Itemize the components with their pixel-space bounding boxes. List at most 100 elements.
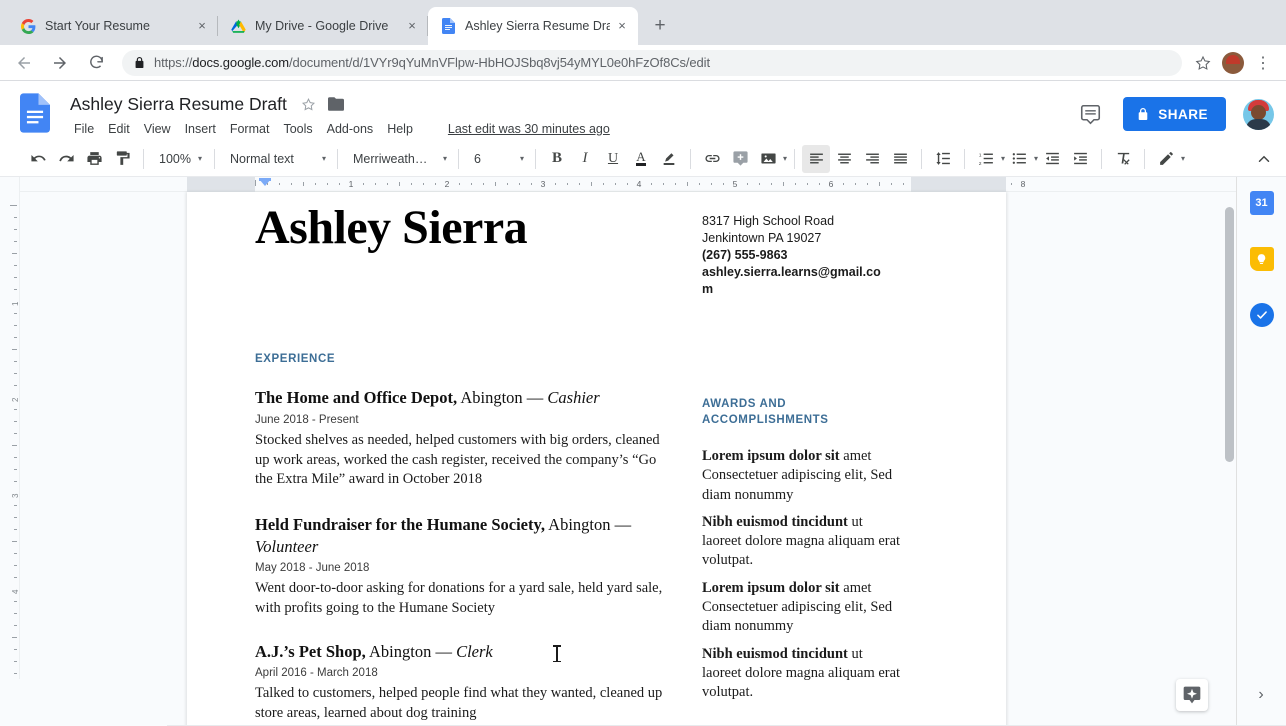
- menu-view[interactable]: View: [137, 120, 178, 138]
- browser-tab-1[interactable]: Start Your Resume ×: [8, 7, 218, 45]
- underline-label: U: [607, 150, 619, 166]
- clear-formatting-icon[interactable]: [1109, 145, 1137, 173]
- reload-icon[interactable]: [82, 49, 110, 77]
- document-workspace: 12345 12345678 Ashley Sierra EXPERIENCE …: [0, 177, 1286, 725]
- document-scrollbar[interactable]: [1222, 192, 1236, 725]
- menu-tools[interactable]: Tools: [276, 120, 319, 138]
- document-page[interactable]: Ashley Sierra EXPERIENCE The Home and Of…: [187, 192, 1006, 725]
- browser-url-bar: https://docs.google.com/document/d/1VYr9…: [0, 45, 1286, 81]
- browser-tab-2[interactable]: My Drive - Google Drive ×: [218, 7, 428, 45]
- paragraph-style-select[interactable]: Normal text ▾: [222, 146, 330, 172]
- star-document-icon[interactable]: [301, 97, 316, 112]
- bulleted-list-icon[interactable]: [1005, 145, 1033, 173]
- docs-menu-bar: File Edit View Insert Format Tools Add-o…: [70, 118, 1075, 140]
- numbered-list-icon[interactable]: 12: [972, 145, 1000, 173]
- undo-icon[interactable]: [24, 145, 52, 173]
- line-spacing-icon[interactable]: [929, 145, 957, 173]
- decrease-indent-icon[interactable]: [1038, 145, 1066, 173]
- insert-image-icon[interactable]: [754, 145, 782, 173]
- last-edit-status[interactable]: Last edit was 30 minutes ago: [448, 122, 610, 136]
- horizontal-ruler[interactable]: 12345678: [20, 177, 1236, 192]
- edit-mode-pencil-icon[interactable]: [1152, 145, 1180, 173]
- awards-section-heading-line2: ACCOMPLISHMENTS: [702, 414, 829, 426]
- add-comment-icon[interactable]: [726, 145, 754, 173]
- job-role: Cashier: [547, 388, 600, 408]
- google-tasks-icon[interactable]: [1249, 303, 1274, 327]
- document-title[interactable]: Ashley Sierra Resume Draft: [70, 94, 289, 115]
- experience-section-heading: EXPERIENCE: [255, 353, 336, 366]
- chevron-down-icon[interactable]: ▾: [783, 154, 787, 163]
- bookmark-star-icon[interactable]: [1190, 50, 1216, 76]
- job-description: Stocked shelves as needed, helped custom…: [255, 432, 660, 488]
- tab-close-icon[interactable]: ×: [194, 18, 210, 34]
- user-avatar[interactable]: [1243, 98, 1274, 130]
- move-to-folder-icon[interactable]: [327, 97, 344, 111]
- align-right-icon[interactable]: [858, 145, 886, 173]
- tab-close-icon[interactable]: ×: [614, 18, 630, 34]
- menu-file[interactable]: File: [67, 120, 101, 138]
- google-keep-icon[interactable]: [1249, 247, 1274, 271]
- scrollbar-thumb[interactable]: [1225, 207, 1234, 462]
- redo-icon[interactable]: [52, 145, 80, 173]
- browser-tab-3-active[interactable]: Ashley Sierra Resume Draft - G ×: [428, 7, 638, 45]
- award-entry: Nibh euismod tincidunt ut laoreet dolore…: [702, 645, 902, 703]
- font-size-select[interactable]: 6 ▾: [466, 146, 528, 172]
- align-justify-icon[interactable]: [886, 145, 914, 173]
- menu-add-ons[interactable]: Add-ons: [320, 120, 381, 138]
- new-tab-button[interactable]: +: [646, 12, 674, 40]
- insert-link-icon[interactable]: [698, 145, 726, 173]
- forward-arrow-icon[interactable]: [46, 49, 74, 77]
- docs-header: Ashley Sierra Resume Draft File Edit Vie…: [0, 81, 1286, 141]
- expand-side-panel-icon[interactable]: ›: [1248, 682, 1274, 708]
- ruler-tick: [387, 183, 388, 185]
- align-center-icon[interactable]: [830, 145, 858, 173]
- chrome-menu-icon[interactable]: ⋮: [1250, 50, 1276, 76]
- svg-text:1: 1: [978, 152, 981, 158]
- google-calendar-icon[interactable]: 31: [1249, 191, 1274, 215]
- text-color-button[interactable]: A: [627, 145, 655, 173]
- chevron-down-icon: ▾: [321, 153, 326, 163]
- left-indent-marker[interactable]: [259, 179, 271, 186]
- vruler-tick: [14, 313, 17, 314]
- increase-indent-icon[interactable]: [1066, 145, 1094, 173]
- experience-entry: The Home and Office Depot, Abington — Ca…: [255, 387, 674, 490]
- editing-mode-control[interactable]: ▾: [1152, 145, 1185, 173]
- font-family-select[interactable]: Merriweath… ▾: [345, 146, 451, 172]
- ruler-tick: [411, 183, 412, 185]
- address-bar-input[interactable]: https://docs.google.com/document/d/1VYr9…: [122, 49, 1182, 76]
- zoom-level-select[interactable]: 100% ▾: [151, 146, 207, 172]
- vruler-tick: [14, 517, 17, 518]
- highlight-color-icon[interactable]: [655, 145, 683, 173]
- docs-app-logo-icon[interactable]: [20, 93, 56, 137]
- collapse-toolbar-icon[interactable]: [1250, 145, 1278, 173]
- chrome-profile-avatar[interactable]: [1222, 51, 1244, 74]
- menu-format[interactable]: Format: [223, 120, 277, 138]
- back-arrow-icon[interactable]: [10, 49, 38, 77]
- ruler-tick: [711, 183, 712, 185]
- vertical-ruler[interactable]: 12345: [0, 177, 20, 725]
- menu-insert[interactable]: Insert: [178, 120, 223, 138]
- chevron-down-icon[interactable]: ▾: [1181, 154, 1185, 163]
- bulleted-list-control[interactable]: ▾: [1005, 145, 1038, 173]
- document-scroll-area[interactable]: 12345678 Ashley Sierra EXPERIENCE The Ho…: [20, 177, 1236, 725]
- underline-button[interactable]: U: [599, 145, 627, 173]
- vruler-tick: [14, 325, 17, 326]
- job-role: Clerk: [456, 641, 493, 661]
- menu-edit[interactable]: Edit: [101, 120, 137, 138]
- print-icon[interactable]: [80, 145, 108, 173]
- italic-button[interactable]: I: [571, 145, 599, 173]
- numbered-list-control[interactable]: 12 ▾: [972, 145, 1005, 173]
- tab-close-icon[interactable]: ×: [404, 18, 420, 34]
- vruler-tick: [12, 637, 17, 638]
- ruler-tick: [843, 183, 844, 185]
- vruler-number: 4: [10, 589, 20, 594]
- paint-format-icon[interactable]: [108, 145, 136, 173]
- comments-icon[interactable]: [1075, 99, 1105, 129]
- explore-button[interactable]: [1176, 679, 1208, 711]
- insert-image-control[interactable]: ▾: [754, 145, 787, 173]
- align-left-icon[interactable]: [802, 144, 831, 173]
- bold-button[interactable]: B: [543, 145, 571, 173]
- share-button[interactable]: SHARE: [1123, 97, 1226, 131]
- menu-help[interactable]: Help: [380, 120, 420, 138]
- avatar-face: [1251, 104, 1266, 120]
